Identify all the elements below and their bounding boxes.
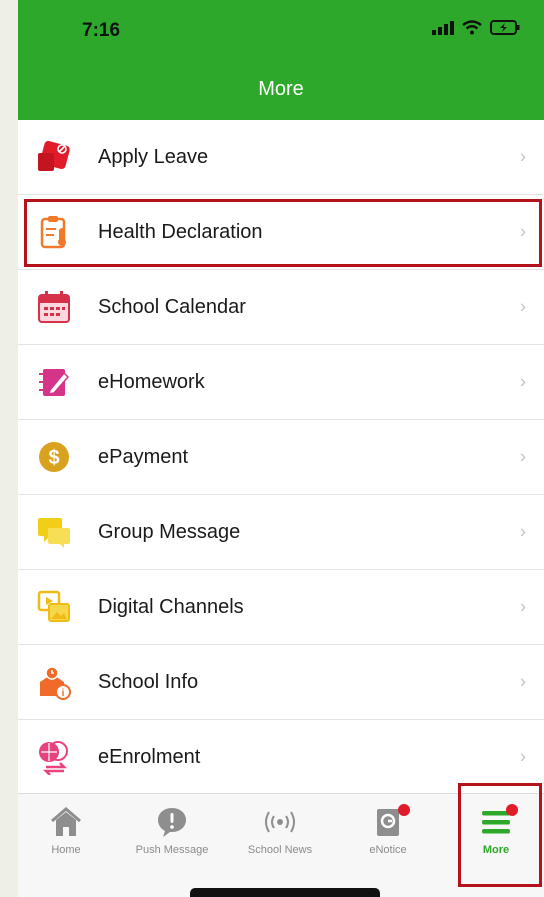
wifi-icon — [462, 20, 482, 35]
cellular-signal-icon — [432, 20, 454, 35]
tab-school-news[interactable]: School News — [236, 804, 324, 868]
chevron-right-icon: › — [520, 521, 526, 542]
battery-charging-icon — [490, 20, 520, 35]
status-time: 7:16 — [82, 20, 121, 41]
chevron-right-icon: › — [520, 671, 526, 692]
menu-item-label: School Info — [98, 670, 199, 693]
notice-icon — [344, 804, 432, 840]
push-message-icon — [128, 804, 216, 840]
tab-label: Push Message — [135, 844, 209, 856]
more-tab-highlight — [458, 783, 542, 887]
phone-screen: 7:16 More Apply Leave › Health Declarati… — [18, 0, 544, 897]
chevron-right-icon: › — [520, 221, 526, 242]
menu-item-label: School Calendar — [98, 295, 246, 318]
homework-icon — [36, 364, 72, 400]
page-title: More — [258, 78, 304, 100]
tab-enotice[interactable]: eNotice — [344, 804, 432, 868]
menu-item-school-info[interactable]: i School Info › — [18, 645, 544, 720]
menu-item-group-message[interactable]: Group Message › — [18, 495, 544, 570]
enrolment-icon — [36, 739, 72, 775]
home-indicator — [190, 888, 380, 897]
home-icon — [22, 804, 110, 840]
chevron-right-icon: › — [520, 446, 526, 467]
payment-icon: $ — [36, 439, 72, 475]
tab-label: eNotice — [369, 844, 407, 856]
calendar-icon — [36, 289, 72, 325]
tab-label: School News — [247, 844, 313, 856]
chevron-right-icon: › — [520, 296, 526, 317]
health-declaration-icon — [36, 214, 72, 250]
svg-text:i: i — [62, 688, 65, 699]
status-icons — [432, 20, 520, 35]
header: 7:16 More — [18, 0, 544, 120]
menu-item-label: Apply Leave — [98, 145, 209, 168]
school-info-icon: i — [36, 664, 72, 700]
tab-push-message[interactable]: Push Message — [128, 804, 216, 868]
menu-item-label: Health Declaration — [98, 220, 263, 243]
notification-badge — [398, 804, 410, 816]
chevron-right-icon: › — [520, 746, 526, 767]
menu-item-health-declaration[interactable]: Health Declaration › — [18, 195, 544, 270]
svg-text:$: $ — [48, 447, 59, 469]
chevron-right-icon: › — [520, 146, 526, 167]
menu-item-epayment[interactable]: $ ePayment › — [18, 420, 544, 495]
tab-label: Home — [51, 844, 81, 856]
chevron-right-icon: › — [520, 596, 526, 617]
apply-leave-icon — [36, 139, 72, 175]
tab-home[interactable]: Home — [22, 804, 110, 868]
menu-item-label: Digital Channels — [98, 595, 244, 618]
group-message-icon — [36, 514, 72, 550]
menu-item-label: ePayment — [98, 445, 189, 468]
menu-item-apply-leave[interactable]: Apply Leave › — [18, 120, 544, 195]
menu-item-school-calendar[interactable]: School Calendar › — [18, 270, 544, 345]
menu-item-digital-channels[interactable]: Digital Channels › — [18, 570, 544, 645]
menu-item-label: Group Message — [98, 520, 241, 543]
chevron-right-icon: › — [520, 371, 526, 392]
more-menu-list: Apply Leave › Health Declaration › Schoo… — [18, 120, 544, 795]
broadcast-icon — [236, 804, 324, 840]
digital-channels-icon — [36, 589, 72, 625]
menu-item-label: eEnrolment — [98, 745, 201, 768]
menu-item-label: eHomework — [98, 370, 205, 393]
menu-item-ehomework[interactable]: eHomework › — [18, 345, 544, 420]
